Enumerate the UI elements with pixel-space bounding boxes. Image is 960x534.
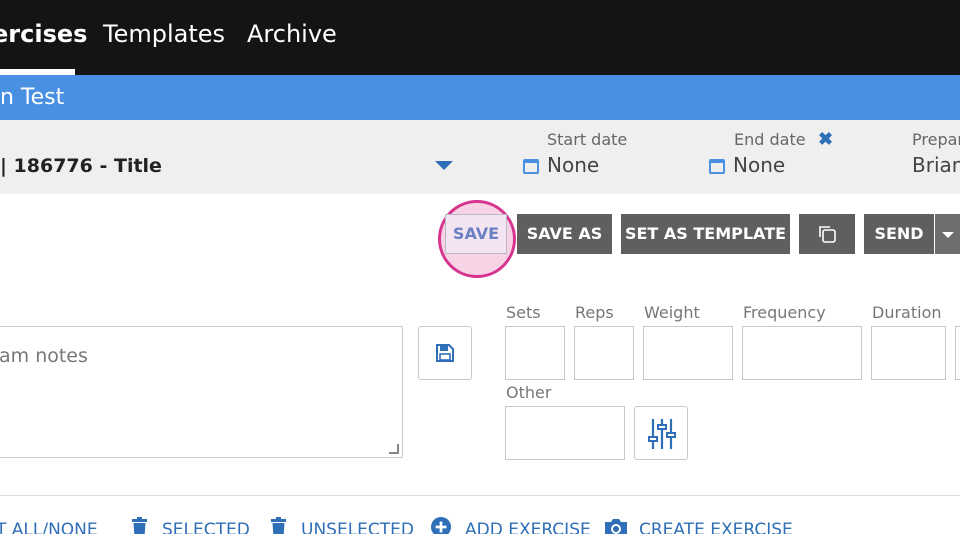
notes-placeholder: am notes xyxy=(0,345,88,367)
select-all-none-link[interactable]: T ALL/NONE xyxy=(0,520,98,534)
adjust-params-button[interactable] xyxy=(634,406,688,460)
start-date-label: Start date xyxy=(547,130,628,149)
program-notes-textarea[interactable]: am notes xyxy=(0,326,403,458)
delete-unselected-link[interactable]: UNSELECTED xyxy=(301,520,414,534)
weight-label: Weight xyxy=(644,303,700,322)
next-param-input[interactable] xyxy=(955,326,960,380)
title-bar: n Test xyxy=(0,75,960,120)
program-title[interactable]: | 186776 - Title xyxy=(0,155,162,177)
frequency-input[interactable] xyxy=(742,326,862,380)
add-exercise-link[interactable]: ADD EXERCISE xyxy=(465,520,591,534)
floppy-disk-icon xyxy=(436,344,454,362)
trash-icon xyxy=(271,517,286,534)
sets-label: Sets xyxy=(506,303,541,322)
page-title: n Test xyxy=(0,85,65,110)
calendar-icon[interactable] xyxy=(709,159,725,174)
plus-circle-icon xyxy=(431,517,451,534)
duration-label: Duration xyxy=(872,303,942,322)
top-nav: ercises Templates Archive xyxy=(0,0,960,75)
save-button[interactable]: SAVE xyxy=(445,214,507,254)
delete-selected-link[interactable]: SELECTED xyxy=(162,520,250,534)
set-as-template-button[interactable]: SET AS TEMPLATE xyxy=(621,214,790,254)
save-as-button[interactable]: SAVE AS xyxy=(517,214,612,254)
camera-icon xyxy=(605,519,627,534)
chevron-down-icon xyxy=(941,231,954,238)
trash-icon xyxy=(132,517,147,534)
tab-archive[interactable]: Archive xyxy=(247,20,337,48)
end-date-label: End date xyxy=(734,130,806,149)
frequency-label: Frequency xyxy=(743,303,826,322)
program-info-bar: | 186776 - Title Start date None End dat… xyxy=(0,120,960,194)
clear-end-date-icon[interactable]: ✖ xyxy=(818,129,833,150)
resize-handle-icon[interactable] xyxy=(389,444,399,454)
section-divider xyxy=(0,495,960,496)
sliders-icon xyxy=(648,419,676,449)
copy-icon xyxy=(819,226,836,243)
duration-input[interactable] xyxy=(871,326,946,380)
calendar-icon[interactable] xyxy=(523,159,539,174)
reps-input[interactable] xyxy=(574,326,634,380)
send-button[interactable]: SEND xyxy=(864,214,934,254)
create-exercise-link[interactable]: CREATE EXERCISE xyxy=(639,520,793,534)
tab-templates[interactable]: Templates xyxy=(103,20,225,48)
weight-input[interactable] xyxy=(643,326,733,380)
tab-exercises[interactable]: ercises xyxy=(0,20,87,48)
reps-label: Reps xyxy=(575,303,614,322)
end-date-value[interactable]: None xyxy=(733,153,785,177)
prepared-by-label: Prepar xyxy=(912,130,960,149)
sets-input[interactable] xyxy=(505,326,565,380)
prepared-by-value[interactable]: Brian xyxy=(912,153,960,177)
copy-button[interactable] xyxy=(799,214,855,254)
send-dropdown-button[interactable] xyxy=(935,214,960,254)
other-input[interactable] xyxy=(505,406,625,460)
start-date-value[interactable]: None xyxy=(547,153,599,177)
other-label: Other xyxy=(506,383,552,402)
save-notes-button[interactable] xyxy=(418,326,472,380)
chevron-down-icon[interactable] xyxy=(435,161,453,170)
